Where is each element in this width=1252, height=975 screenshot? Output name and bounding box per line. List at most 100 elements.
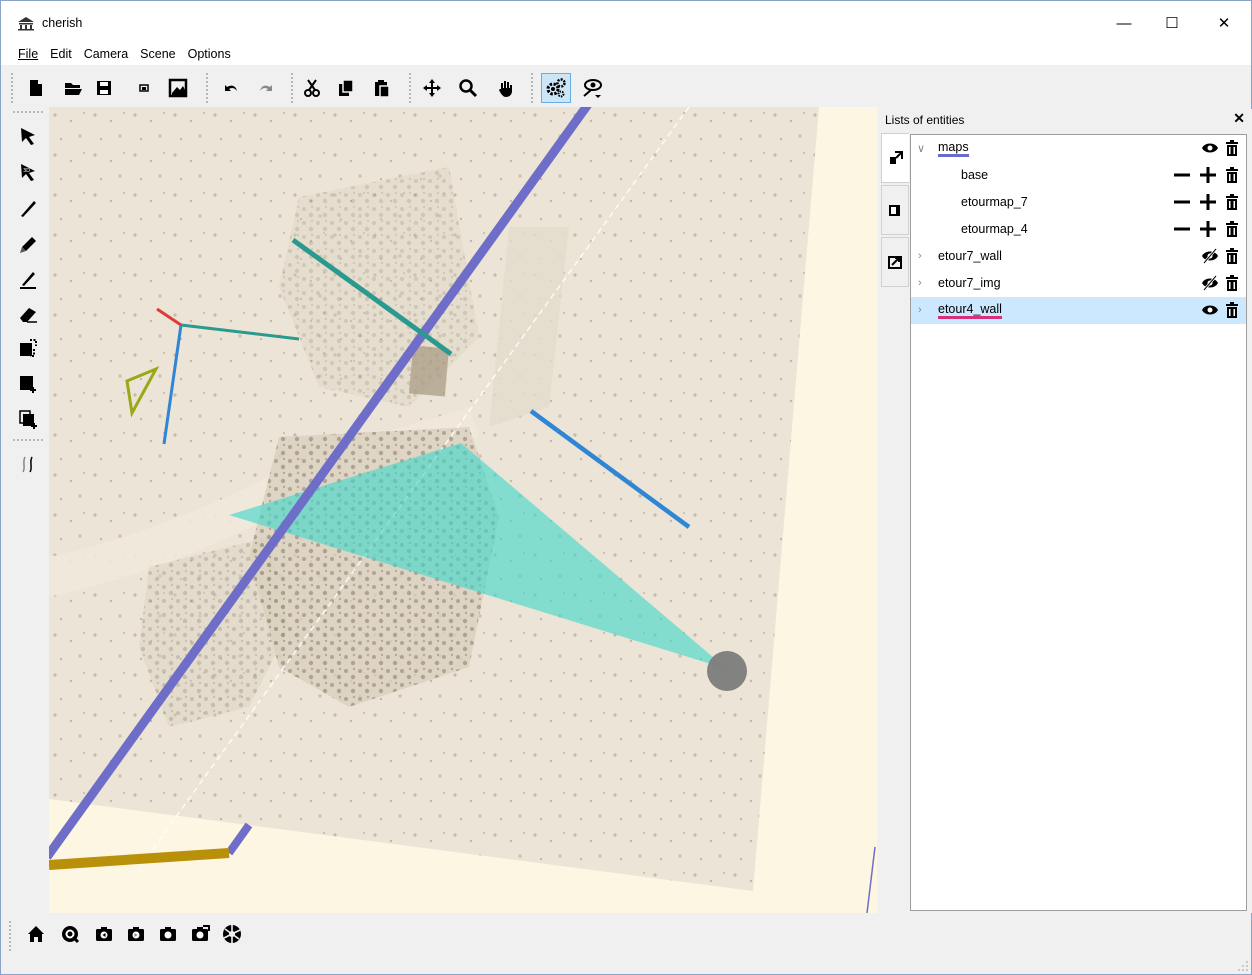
camera-add-icon[interactable] <box>153 919 183 949</box>
move-icon[interactable] <box>417 73 447 103</box>
plus-icon[interactable] <box>1199 166 1217 184</box>
paste-icon[interactable] <box>367 73 397 103</box>
camera-toolbar-grip[interactable] <box>9 921 11 951</box>
tab-photos[interactable] <box>881 237 909 287</box>
zoom-icon[interactable] <box>453 73 483 103</box>
trash-icon[interactable] <box>1223 193 1241 211</box>
tree-row-etour4-wall[interactable]: › etour4_wall <box>911 297 1246 324</box>
scene-drawing[interactable] <box>49 107 877 913</box>
tree-row-etour7-wall[interactable]: › etour7_wall <box>911 243 1246 270</box>
tree-label-base: base <box>961 168 989 182</box>
minus-icon[interactable] <box>1173 166 1191 184</box>
copy-icon[interactable] <box>331 73 361 103</box>
new-file-icon[interactable] <box>21 73 51 103</box>
menu-options-label: Options <box>187 47 231 61</box>
home-icon[interactable] <box>21 919 51 949</box>
trash-icon[interactable] <box>1223 301 1241 319</box>
tree-label-etour4-wall: etour4_wall <box>938 303 1002 319</box>
eraser-icon[interactable] <box>13 299 43 329</box>
minimize-button[interactable]: — <box>1101 7 1147 39</box>
camera-edit-icon[interactable] <box>185 919 215 949</box>
visibility-eye-icon[interactable] <box>577 73 607 103</box>
camera-prev-icon[interactable] <box>89 919 119 949</box>
settings-gears-icon[interactable] <box>541 73 571 103</box>
app-window: cherish — ☐ ✕ File Edit Camera Scene Opt… <box>0 0 1252 975</box>
left-toolbar-separator <box>13 439 43 441</box>
stroke-edit-icon[interactable] <box>13 264 43 294</box>
tab-canvas-icon <box>889 205 900 216</box>
menu-edit-label: Edit <box>50 47 72 61</box>
tree-row-maps[interactable]: ∨ maps <box>911 135 1246 162</box>
close-button[interactable]: ✕ <box>1201 7 1247 39</box>
undo-icon[interactable] <box>216 73 246 103</box>
pen-icon[interactable] <box>13 193 43 223</box>
tab-entities[interactable] <box>881 133 909 183</box>
dock-close-button[interactable]: ✕ <box>1233 110 1245 127</box>
menu-file[interactable]: File <box>11 45 43 65</box>
tree-row-base[interactable]: base <box>911 162 1246 189</box>
tab-photos-icon <box>888 256 902 269</box>
select-arrow-icon[interactable] <box>13 121 43 151</box>
minus-icon[interactable] <box>1173 193 1191 211</box>
trash-icon[interactable] <box>1223 139 1241 157</box>
tree-label-etourmap-7: etourmap_7 <box>961 195 1028 209</box>
trash-icon[interactable] <box>1223 220 1241 238</box>
canvas-move-icon[interactable] <box>13 333 43 363</box>
canvas-clone-icon[interactable] <box>13 404 43 434</box>
export-image-icon[interactable] <box>163 73 193 103</box>
small-image-icon[interactable] <box>129 73 159 103</box>
tree-row-etourmap-4[interactable]: etourmap_4 <box>911 216 1246 243</box>
strokes-icon[interactable] <box>13 449 43 479</box>
camera-next-icon[interactable] <box>121 919 151 949</box>
toolbar-separator <box>409 73 411 103</box>
plus-icon[interactable] <box>1199 193 1217 211</box>
entity-tree[interactable]: ∨ maps base etourmap_7 etourmap_4 › etou… <box>910 134 1247 911</box>
expand-chevron-right-icon[interactable]: › <box>918 304 928 316</box>
camera-aperture-icon[interactable] <box>217 919 247 949</box>
tree-row-etour7-img[interactable]: › etour7_img <box>911 270 1246 297</box>
eye-hidden-icon[interactable] <box>1201 274 1219 292</box>
tab-canvas[interactable] <box>881 185 909 235</box>
camera-toolbar <box>9 915 1249 961</box>
window-size-grip[interactable] <box>1237 960 1249 972</box>
left-toolbar: 3D <box>9 109 47 913</box>
eye-icon[interactable] <box>1201 301 1219 319</box>
eye-icon[interactable] <box>1201 139 1219 157</box>
tab-entities-icon <box>889 151 903 164</box>
entities-dock: Lists of entities ✕ ∨ maps base etourmap… <box>879 109 1252 913</box>
select-3d-icon[interactable]: 3D <box>13 157 43 187</box>
pan-hand-icon[interactable] <box>491 73 521 103</box>
tree-row-etourmap-7[interactable]: etourmap_7 <box>911 189 1246 216</box>
redo-icon[interactable] <box>251 73 281 103</box>
camera-focus-icon[interactable] <box>55 919 85 949</box>
wall-stroke-lower[interactable] <box>225 822 253 856</box>
toolbar-grip[interactable] <box>11 73 13 103</box>
trash-icon[interactable] <box>1223 166 1241 184</box>
menu-options[interactable]: Options <box>181 45 236 65</box>
eye-hidden-icon[interactable] <box>1201 247 1219 265</box>
expand-chevron-right-icon[interactable]: › <box>918 250 928 262</box>
dock-side-tabs <box>881 133 909 315</box>
toolbar-separator <box>206 73 208 103</box>
camera-position[interactable] <box>707 651 747 691</box>
expand-chevron-right-icon[interactable]: › <box>918 277 928 289</box>
plus-icon[interactable] <box>1199 220 1217 238</box>
trash-icon[interactable] <box>1223 247 1241 265</box>
menu-camera[interactable]: Camera <box>77 45 133 65</box>
trash-icon[interactable] <box>1223 274 1241 292</box>
menu-scene[interactable]: Scene <box>133 45 180 65</box>
menu-camera-label: Camera <box>83 47 129 61</box>
minus-icon[interactable] <box>1173 220 1191 238</box>
canvas-add-icon[interactable] <box>13 369 43 399</box>
open-folder-icon[interactable] <box>58 73 88 103</box>
scene-viewport[interactable] <box>49 107 877 913</box>
expand-chevron-down-icon[interactable]: ∨ <box>917 142 927 155</box>
maximize-button[interactable]: ☐ <box>1149 7 1195 39</box>
floor-stroke[interactable] <box>49 848 230 870</box>
menu-edit[interactable]: Edit <box>43 45 77 65</box>
pencil-fill-icon[interactable] <box>13 229 43 259</box>
menu-scene-label: Scene <box>140 47 176 61</box>
left-toolbar-grip[interactable] <box>13 111 43 113</box>
save-icon[interactable] <box>89 73 119 103</box>
cut-icon[interactable] <box>297 73 327 103</box>
